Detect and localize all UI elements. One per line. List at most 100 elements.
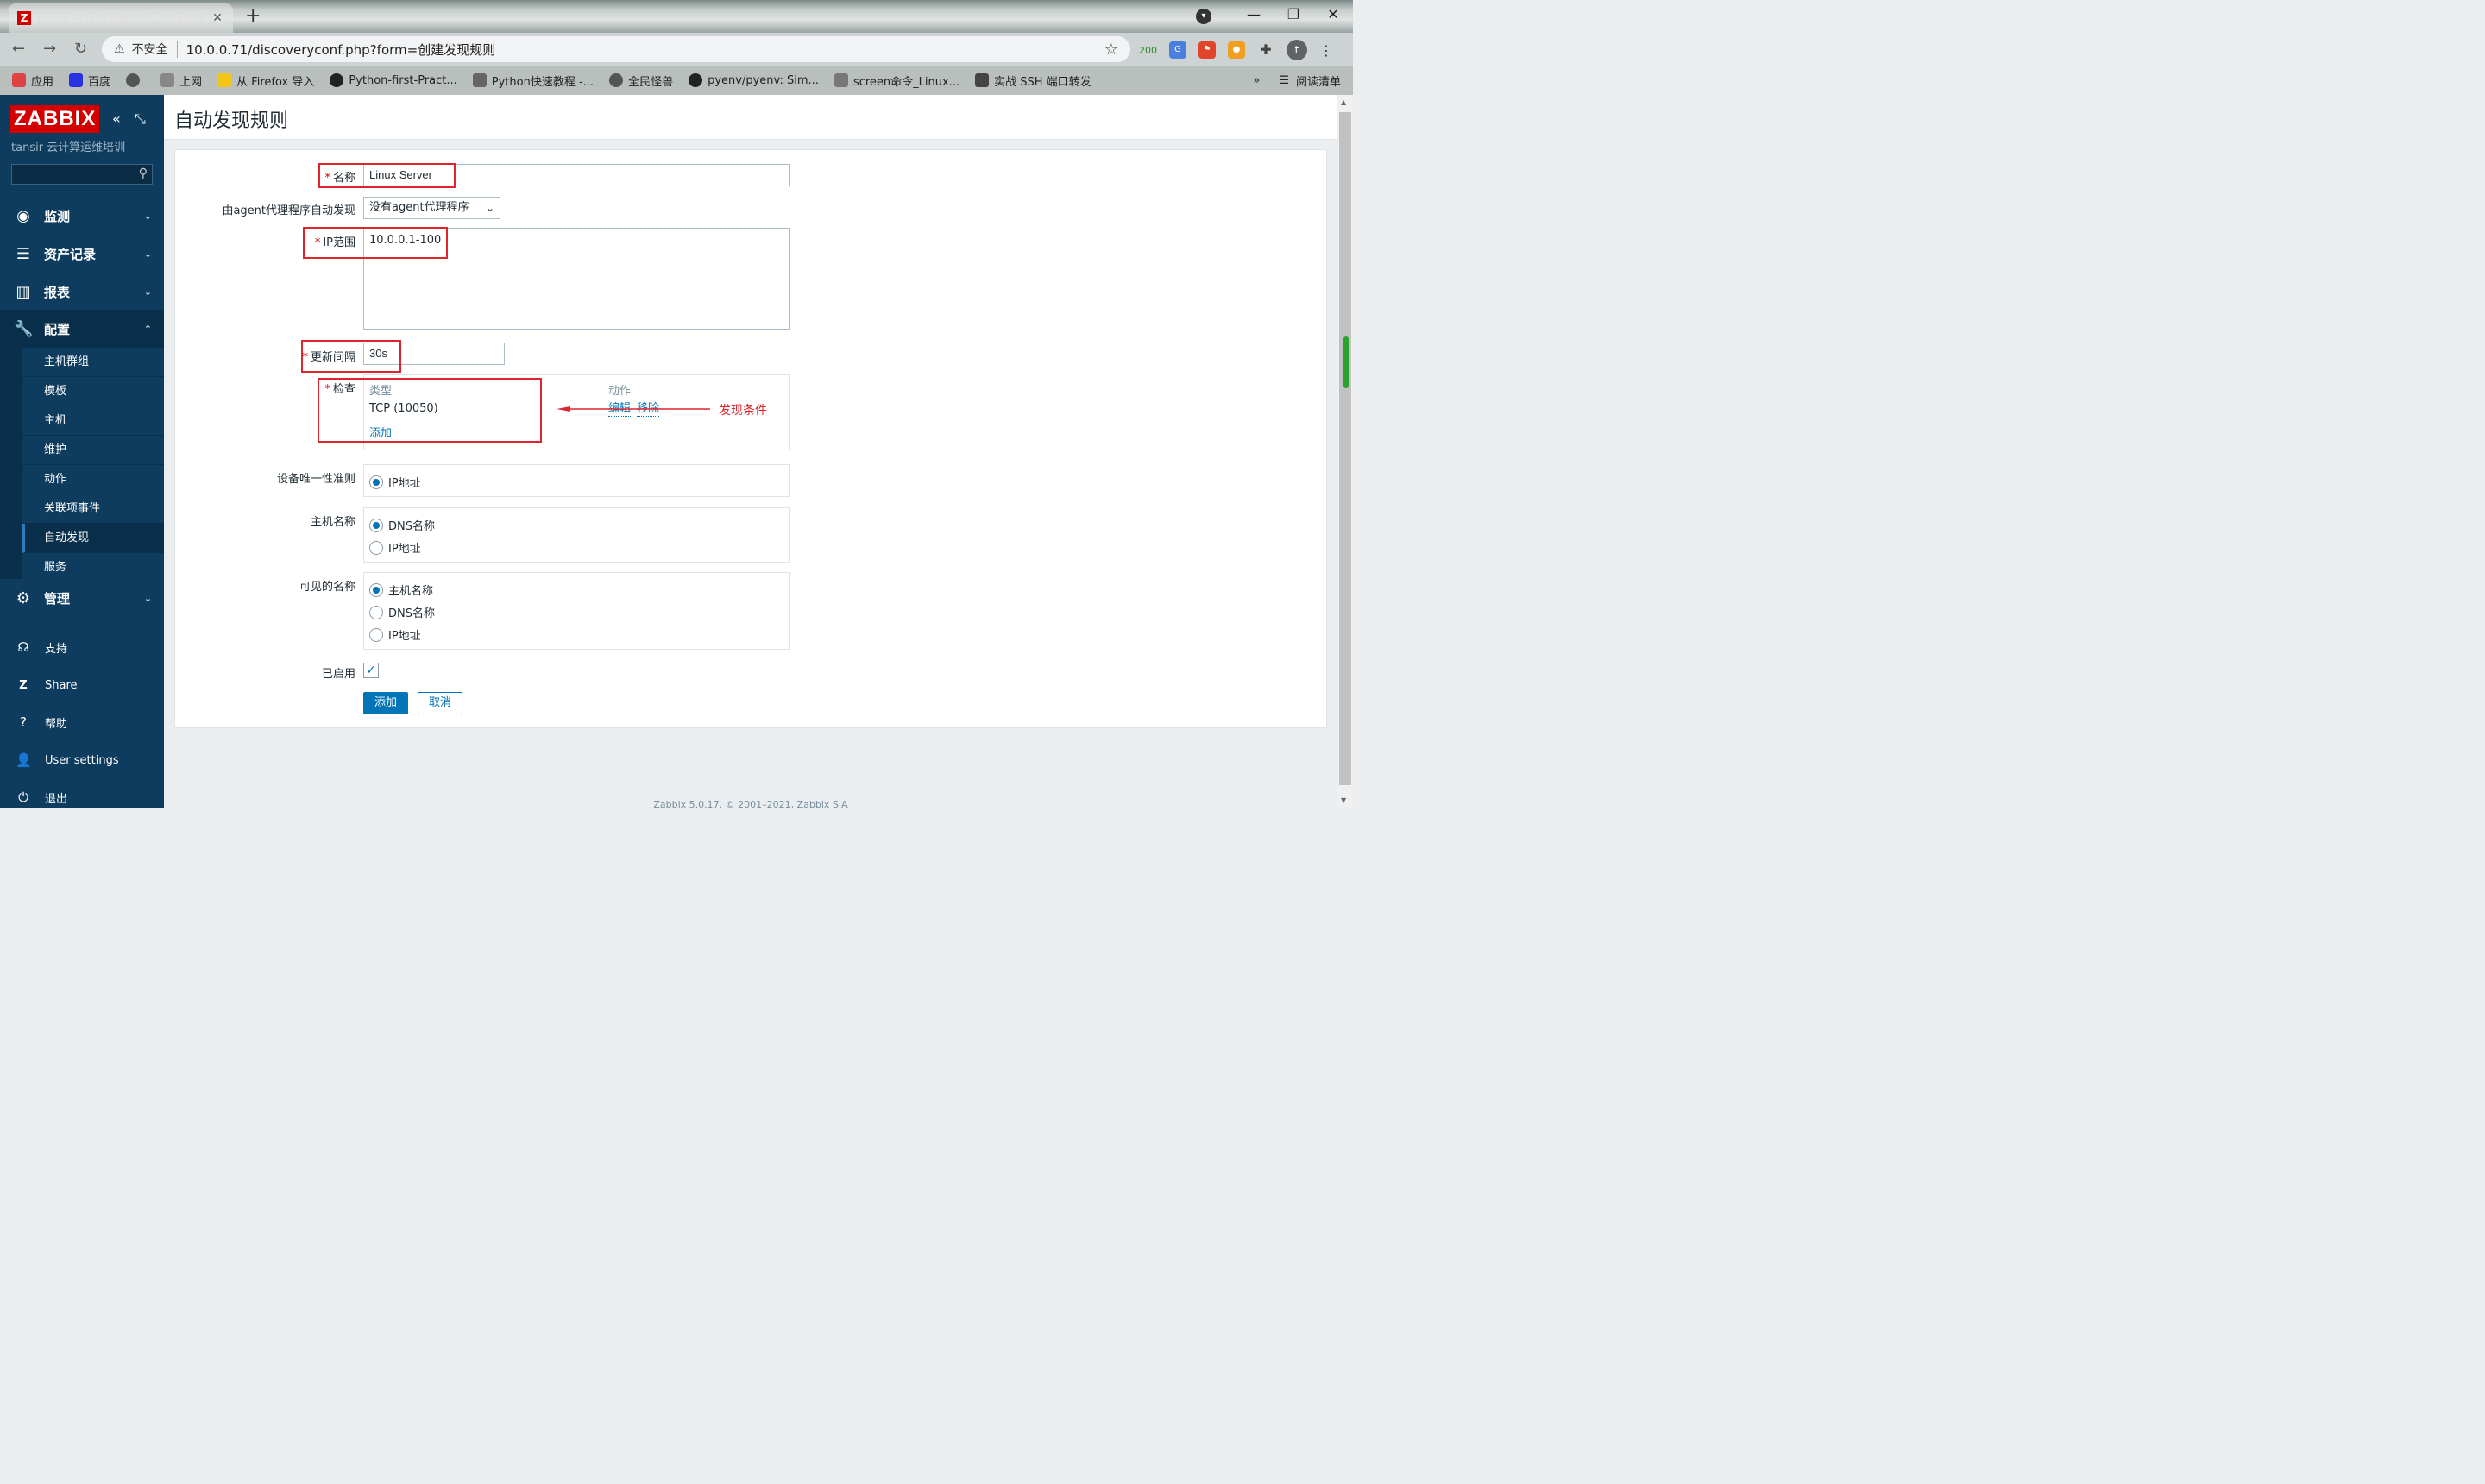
radio-selected[interactable] [369,475,383,489]
bookmark-baidu[interactable]: 百度 [69,72,110,89]
tab-search-icon[interactable]: ▾ [1196,9,1211,24]
bookmark-web[interactable]: 上网 [160,72,202,89]
uniqueness-option-ip[interactable]: IP地址 [369,474,421,490]
window-controls: — ❐ ✕ [1234,0,1353,29]
restore-icon[interactable]: ❐ [1274,0,1313,29]
menu-share[interactable]: Z Share [0,668,164,702]
kiosk-mode-icon[interactable]: ⤡ [135,110,146,128]
bookmark-star-icon[interactable]: ☆ [1104,41,1118,59]
browser-menu-icon[interactable]: ⋮ [1319,42,1333,59]
bookmark-screen[interactable]: screen命令_Linux... [834,72,959,89]
menu-help[interactable]: ? 帮助 [0,705,164,739]
globe-icon [609,73,624,87]
update-interval-input[interactable]: 30s [363,343,505,365]
puzzle-extensions-icon[interactable]: ✚ [1257,41,1274,59]
visible-option-hostname[interactable]: 主机名称 [369,582,433,598]
bookmark-globe[interactable] [126,73,145,87]
bookmark-python-first[interactable]: Python-first-Pract... [330,73,457,87]
required-mark: * [324,172,330,185]
required-mark: * [324,383,330,396]
zabbix-logo[interactable]: ZABBIX [10,105,100,133]
ip-range-label: * IP范围 [314,236,355,249]
menu-user-settings[interactable]: 👤 User settings [0,743,164,777]
back-icon[interactable]: ← [12,40,25,58]
bookmark-ssh[interactable]: 实战 SSH 端口转发 [975,72,1092,89]
annotation-label: 发现条件 [719,404,767,418]
zhihu-extension-icon[interactable]: ⚑ [1198,41,1216,59]
checks-label: * 检查 [324,383,355,396]
menu-inventory[interactable]: ☰ 资产记录 ⌄ [0,235,164,273]
translate-extension-icon[interactable]: G [1169,41,1186,59]
collapse-sidebar-icon[interactable]: « [112,110,121,127]
github-icon [330,73,344,87]
profile-avatar[interactable]: t [1287,40,1307,60]
visible-option-ip[interactable]: IP地址 [369,626,421,643]
reload-icon[interactable]: ↻ [74,40,87,58]
name-input[interactable]: Linux Server [363,164,790,186]
menu-configuration[interactable]: 🔧 配置 ⌃ [0,310,164,348]
bookmark-quanmin[interactable]: 全民怪兽 [609,72,673,89]
reading-list-label[interactable]: 阅读清单 [1296,72,1341,89]
cloud-icon [975,73,990,87]
submenu-maintenance[interactable]: 维护 [22,436,164,465]
proxy-select[interactable]: 没有agent代理程序 ⌄ [363,197,500,219]
radio-unselected[interactable] [369,540,383,555]
bookmark-apps[interactable]: 应用 [12,72,53,89]
chevron-down-icon: ⌄ [485,202,494,214]
forward-icon[interactable]: → [43,40,56,58]
page-scrollbar[interactable]: ▲ ▼ [1337,95,1353,808]
reading-list-icon[interactable]: ☰ [1279,74,1289,87]
web-icon [160,73,175,87]
sidebar-search-input[interactable]: ⚲ [11,164,153,185]
warning-icon[interactable]: ⚠ [114,42,125,56]
github-icon [689,73,703,87]
submenu-services[interactable]: 服务 [22,553,164,582]
submenu-host-groups[interactable]: 主机群组 [22,348,164,377]
submenu-actions[interactable]: 动作 [22,465,164,494]
search-icon[interactable]: ⚲ [139,167,148,180]
menu-administration[interactable]: ⚙ 管理 ⌄ [0,579,164,617]
scroll-down-icon[interactable]: ▼ [1341,796,1346,804]
scrollbar-thumb[interactable] [1339,112,1351,785]
check-add-link[interactable]: 添加 [369,427,393,442]
radio-unselected[interactable] [369,627,383,642]
extensions-bar: 200 G ⚑ ● ✚ t ⋮ [1139,40,1333,60]
bookmark-python-tutorial[interactable]: Python快速教程 -... [472,72,594,89]
radio-unselected[interactable] [369,605,383,619]
close-tab-icon[interactable]: ✕ [211,11,224,25]
colorful-extension-icon[interactable]: ● [1228,41,1245,59]
menu-support[interactable]: ☊ 支持 [0,630,164,664]
bookmark-pyenv[interactable]: pyenv/pyenv: Sim... [689,73,819,87]
more-bookmarks-icon[interactable]: » [1253,74,1260,87]
url-text[interactable]: 10.0.0.71/discoveryconf.php?form=创建发现规则 [186,41,1104,59]
sidebar: ZABBIX « ⤡ tansir 云计算运维培训 ⚲ ◉ 监测 ⌄ ☰ 资产记… [0,95,164,808]
submenu-event-correlation[interactable]: 关联项事件 [22,494,164,524]
add-button[interactable]: 添加 [363,692,409,714]
enabled-checkbox[interactable]: ✓ [363,663,379,678]
submenu-discovery[interactable]: 自动发现 [22,524,164,553]
menu-reports[interactable]: ▥ 报表 ⌄ [0,273,164,311]
cancel-button[interactable]: 取消 [418,692,463,714]
new-tab-button[interactable]: + [245,5,261,27]
visible-option-dns[interactable]: DNS名称 [369,604,435,620]
radio-selected[interactable] [369,582,383,597]
ip-range-textarea[interactable]: 10.0.0.1-100 [363,228,790,330]
security-label[interactable]: 不安全 [132,41,178,58]
address-bar[interactable]: ⚠ 不安全 10.0.0.71/discoveryconf.php?form=创… [102,36,1130,62]
close-window-icon[interactable]: ✕ [1313,0,1353,29]
menu-sign-out[interactable]: ⏻ 退出 [0,780,164,814]
submenu-hosts[interactable]: 主机 [22,406,164,436]
uniqueness-label: 设备唯一性准则 [276,473,355,486]
submenu-templates[interactable]: 模板 [22,377,164,406]
hostname-option-ip[interactable]: IP地址 [369,539,421,556]
browser-tab[interactable]: Z tansir 云计算运维培训: 自动发现... ✕ [9,3,233,33]
minimize-icon[interactable]: — [1234,0,1274,29]
bookmarks-right: » ☰ 阅读清单 [1253,72,1341,89]
bookmark-firefox-import[interactable]: 从 Firefox 导入 [217,72,314,89]
hostname-option-dns[interactable]: DNS名称 [369,517,435,533]
radio-selected[interactable] [369,518,383,532]
scroll-up-icon[interactable]: ▲ [1341,98,1346,106]
ext-badge[interactable]: 200 [1139,45,1157,56]
menu-monitoring[interactable]: ◉ 监测 ⌄ [0,197,164,235]
server-name: tansir 云计算运维培训 [11,141,126,154]
